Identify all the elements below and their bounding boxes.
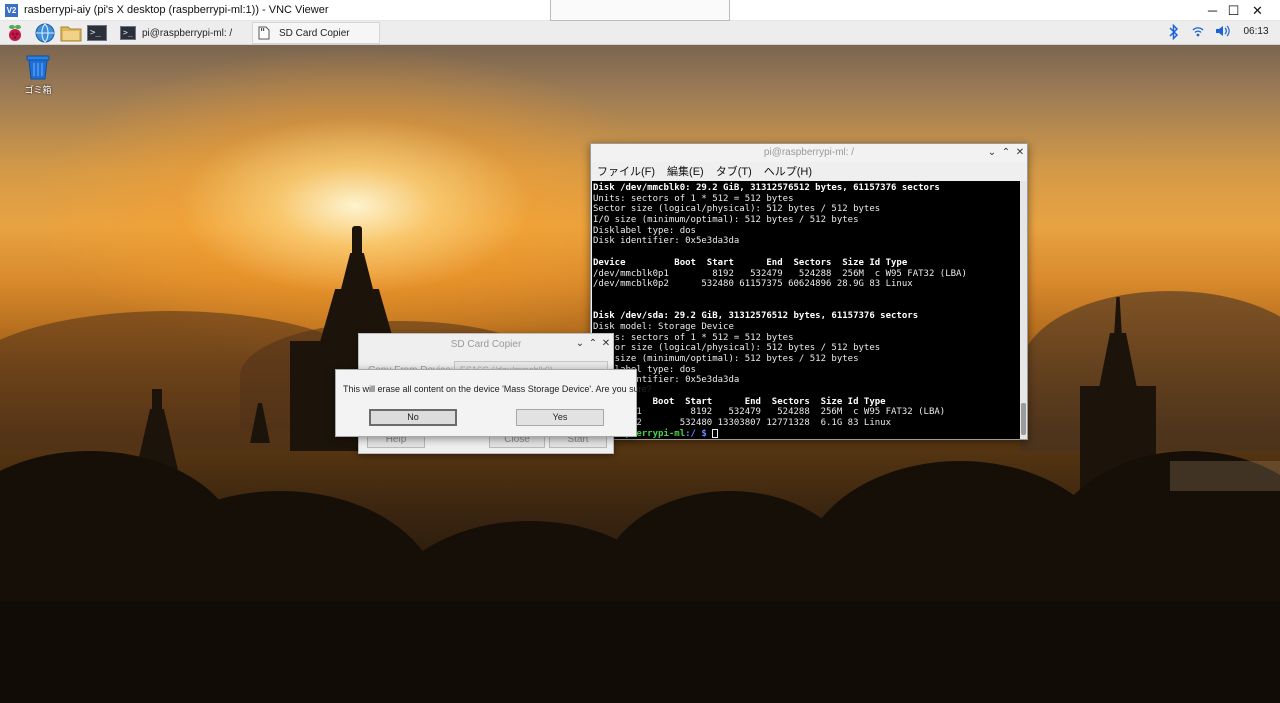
- taskbar: >_ >_ pi@raspberrypi-ml: / SD Card Copie…: [0, 21, 1280, 45]
- menu-edit[interactable]: 編集(E): [667, 163, 704, 179]
- terminal-line: Device Boot Start End Sectors Size Id Ty…: [593, 257, 908, 268]
- no-button[interactable]: No: [369, 409, 457, 426]
- terminal-maximize-button[interactable]: ⌃: [999, 146, 1013, 160]
- terminal-line: /dev/sda1 8192 532479 524288 256M c W95 …: [593, 407, 946, 418]
- trash-label: ゴミ箱: [24, 85, 52, 95]
- menu-file[interactable]: ファイル(F): [597, 163, 655, 179]
- confirm-dialog: This will erase all content on the devic…: [335, 369, 652, 437]
- taskbar-item-sd-card-copier[interactable]: SD Card Copier: [252, 22, 380, 44]
- sd-copier-minimize-button[interactable]: ⌄: [573, 337, 587, 351]
- terminal-line: Units: sectors of 1 * 512 = 512 bytes: [593, 332, 794, 343]
- terminal-line: /dev/mmcblk0p1 8192 532479 524288 256M c…: [593, 268, 967, 279]
- window-title: rasberrypi-aiy (pi's X desktop (raspberr…: [24, 4, 329, 16]
- terminal-close-button[interactable]: ✕: [1013, 146, 1027, 160]
- terminal-titlebar[interactable]: pi@raspberrypi-ml: / ⌄ ⌃ ✕: [591, 144, 1027, 162]
- terminal-line: Disk identifier: 0x5e3da3da: [593, 375, 740, 386]
- sd-card-icon: [257, 26, 273, 40]
- taskbar-item-terminal[interactable]: >_ pi@raspberrypi-ml: /: [116, 22, 248, 44]
- raspberry-menu-icon[interactable]: [5, 23, 25, 43]
- terminal-line: /dev/sda2 532480 13303807 12771328 6.1G …: [593, 418, 892, 429]
- terminal-line: Disklabel type: dos: [593, 225, 696, 236]
- menu-help[interactable]: ヘルプ(H): [764, 163, 812, 179]
- vnc-titlebar: V2 rasberrypi-aiy (pi's X desktop (raspb…: [0, 0, 1280, 21]
- prompt-path: :/ $: [685, 428, 707, 439]
- confirm-message: This will erase all content on the devic…: [343, 384, 652, 394]
- terminal-line: Sector size (logical/physical): 512 byte…: [593, 204, 881, 215]
- file-manager-icon[interactable]: [60, 23, 82, 43]
- terminal-line: Disklabel type: dos: [593, 364, 696, 375]
- terminal-line: Sector size (logical/physical): 512 byte…: [593, 343, 881, 354]
- web-browser-icon[interactable]: [34, 23, 56, 43]
- terminal-window: pi@raspberrypi-ml: / ⌄ ⌃ ✕ ファイル(F) 編集(E)…: [590, 143, 1028, 440]
- terminal-line: I/O size (minimum/optimal): 512 bytes / …: [593, 354, 859, 364]
- terminal-line: I/O size (minimum/optimal): 512 bytes / …: [593, 215, 859, 226]
- volume-icon[interactable]: [1214, 24, 1232, 40]
- terminal-line: Disk model: Storage Device: [593, 321, 734, 332]
- terminal-line: Disk /dev/mmcblk0: 29.2 GiB, 31312576512…: [593, 183, 940, 193]
- terminal-icon: >_: [120, 26, 136, 40]
- clock[interactable]: 06:13: [1240, 24, 1272, 40]
- bluetooth-icon[interactable]: [1168, 23, 1180, 41]
- terminal-line: Disk identifier: 0x5e3da3da: [593, 236, 740, 247]
- trash-desktop-icon[interactable]: ゴミ箱: [20, 53, 56, 97]
- menu-tabs[interactable]: タブ(T): [716, 163, 752, 179]
- terminal-line: Units: sectors of 1 * 512 = 512 bytes: [593, 193, 794, 204]
- vnc-logo-icon: V2: [5, 3, 18, 17]
- terminal-line: Device Boot Start End Sectors Size Id Ty…: [593, 396, 886, 407]
- trash-icon: [24, 53, 52, 81]
- terminal-minimize-button[interactable]: ⌄: [985, 146, 999, 160]
- terminal-menubar: ファイル(F) 編集(E) タブ(T) ヘルプ(H): [591, 162, 1027, 180]
- scrollbar-thumb[interactable]: [1021, 403, 1026, 435]
- terminal-line: Disk /dev/sda: 29.2 GiB, 31312576512 byt…: [593, 311, 919, 322]
- terminal-output[interactable]: Disk /dev/mmcblk0: 29.2 GiB, 31312576512…: [592, 181, 1021, 439]
- terminal-launcher-icon[interactable]: >_: [86, 23, 108, 43]
- yes-button[interactable]: Yes: [516, 409, 604, 426]
- taskbar-item-label: pi@raspberrypi-ml: /: [142, 27, 233, 39]
- close-button[interactable]: ✕: [1235, 0, 1280, 21]
- vnc-toolbar-handle[interactable]: [550, 0, 730, 21]
- terminal-scrollbar[interactable]: [1020, 181, 1027, 439]
- taskbar-item-label: SD Card Copier: [279, 27, 350, 39]
- text-cursor: [712, 428, 719, 438]
- terminal-title: pi@raspberrypi-ml: /: [763, 147, 855, 158]
- terminal-line: /dev/mmcblk0p2 532480 61157375 60624896 …: [593, 279, 913, 290]
- wifi-icon[interactable]: [1191, 24, 1205, 40]
- sd-copier-close-button[interactable]: ✕: [599, 337, 613, 351]
- sd-copier-maximize-button[interactable]: ⌃: [586, 337, 600, 351]
- terminal-prompt[interactable]: pi@raspberrypi-ml:/ $: [593, 428, 1021, 439]
